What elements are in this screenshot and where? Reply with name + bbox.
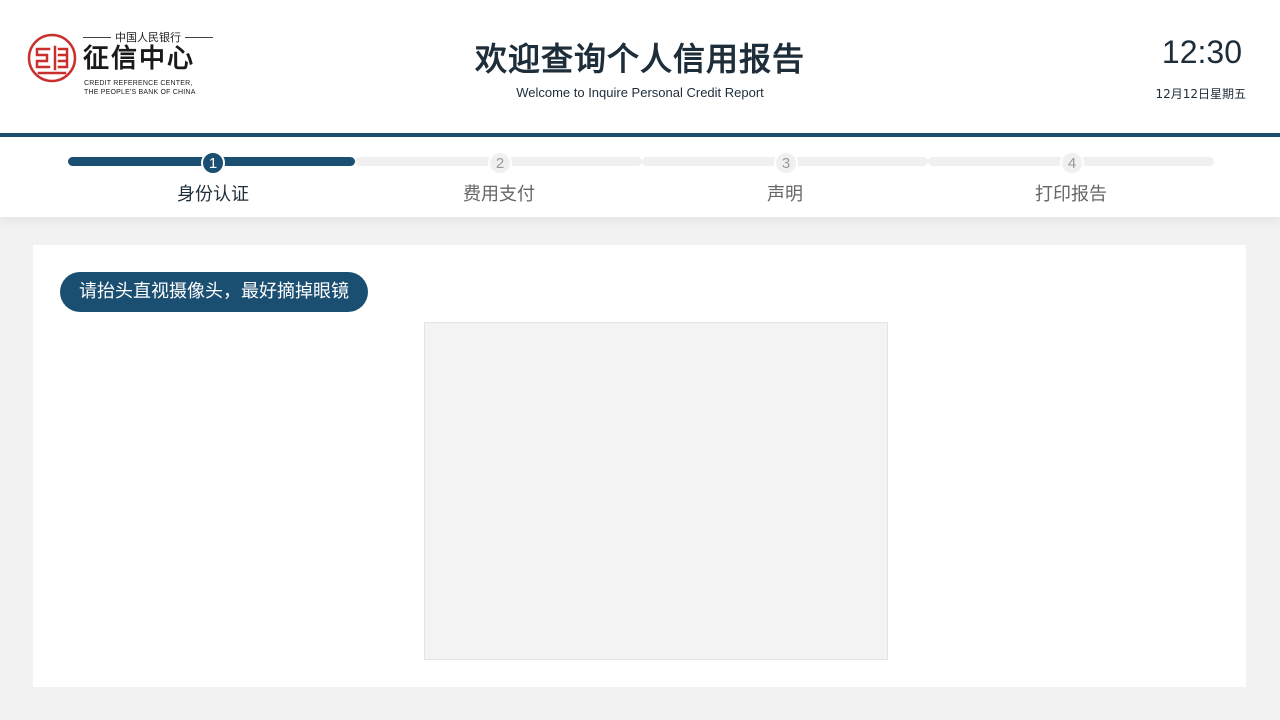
camera-preview [424,322,888,660]
clock-date: 12月12日星期五 [1155,87,1246,101]
step-1-number: 1 [201,151,225,175]
logo-top-line: 中国人民银行 [83,30,213,44]
identity-verification-panel: 请抬头直视摄像头，最好摘掉眼镜 [33,245,1246,687]
step-3-number: 3 [774,151,798,175]
step-3-label: 声明 [767,184,803,205]
step-2-label: 费用支付 [463,184,535,205]
step-4-number: 4 [1060,151,1084,175]
page-subtitle: Welcome to Inquire Personal Credit Repor… [516,85,764,100]
logo-english-line2: THE PEOPLE'S BANK OF CHINA [84,89,196,96]
instruction-badge: 请抬头直视摄像头，最好摘掉眼镜 [60,272,368,312]
progress-stepper: 1 2 3 4 身份认证 费用支付 声明 打印报告 [0,137,1280,217]
seal-icon [27,33,77,83]
step-4-label: 打印报告 [1035,184,1107,205]
step-1-label: 身份认证 [177,184,249,205]
logo-english-text: CREDIT REFERENCE CENTER, THE PEOPLE'S BA… [84,79,196,97]
logo-main-text: 征信中心 [83,44,196,74]
credit-center-logo: 中国人民银行 征信中心 CREDIT REFERENCE CENTER, THE… [27,30,217,100]
logo-english-line1: CREDIT REFERENCE CENTER, [84,80,193,87]
step-2-number: 2 [488,151,512,175]
clock-time: 12:30 [1161,34,1242,70]
page-title: 欢迎查询个人信用报告 [474,40,805,78]
header: 中国人民银行 征信中心 CREDIT REFERENCE CENTER, THE… [0,0,1280,133]
